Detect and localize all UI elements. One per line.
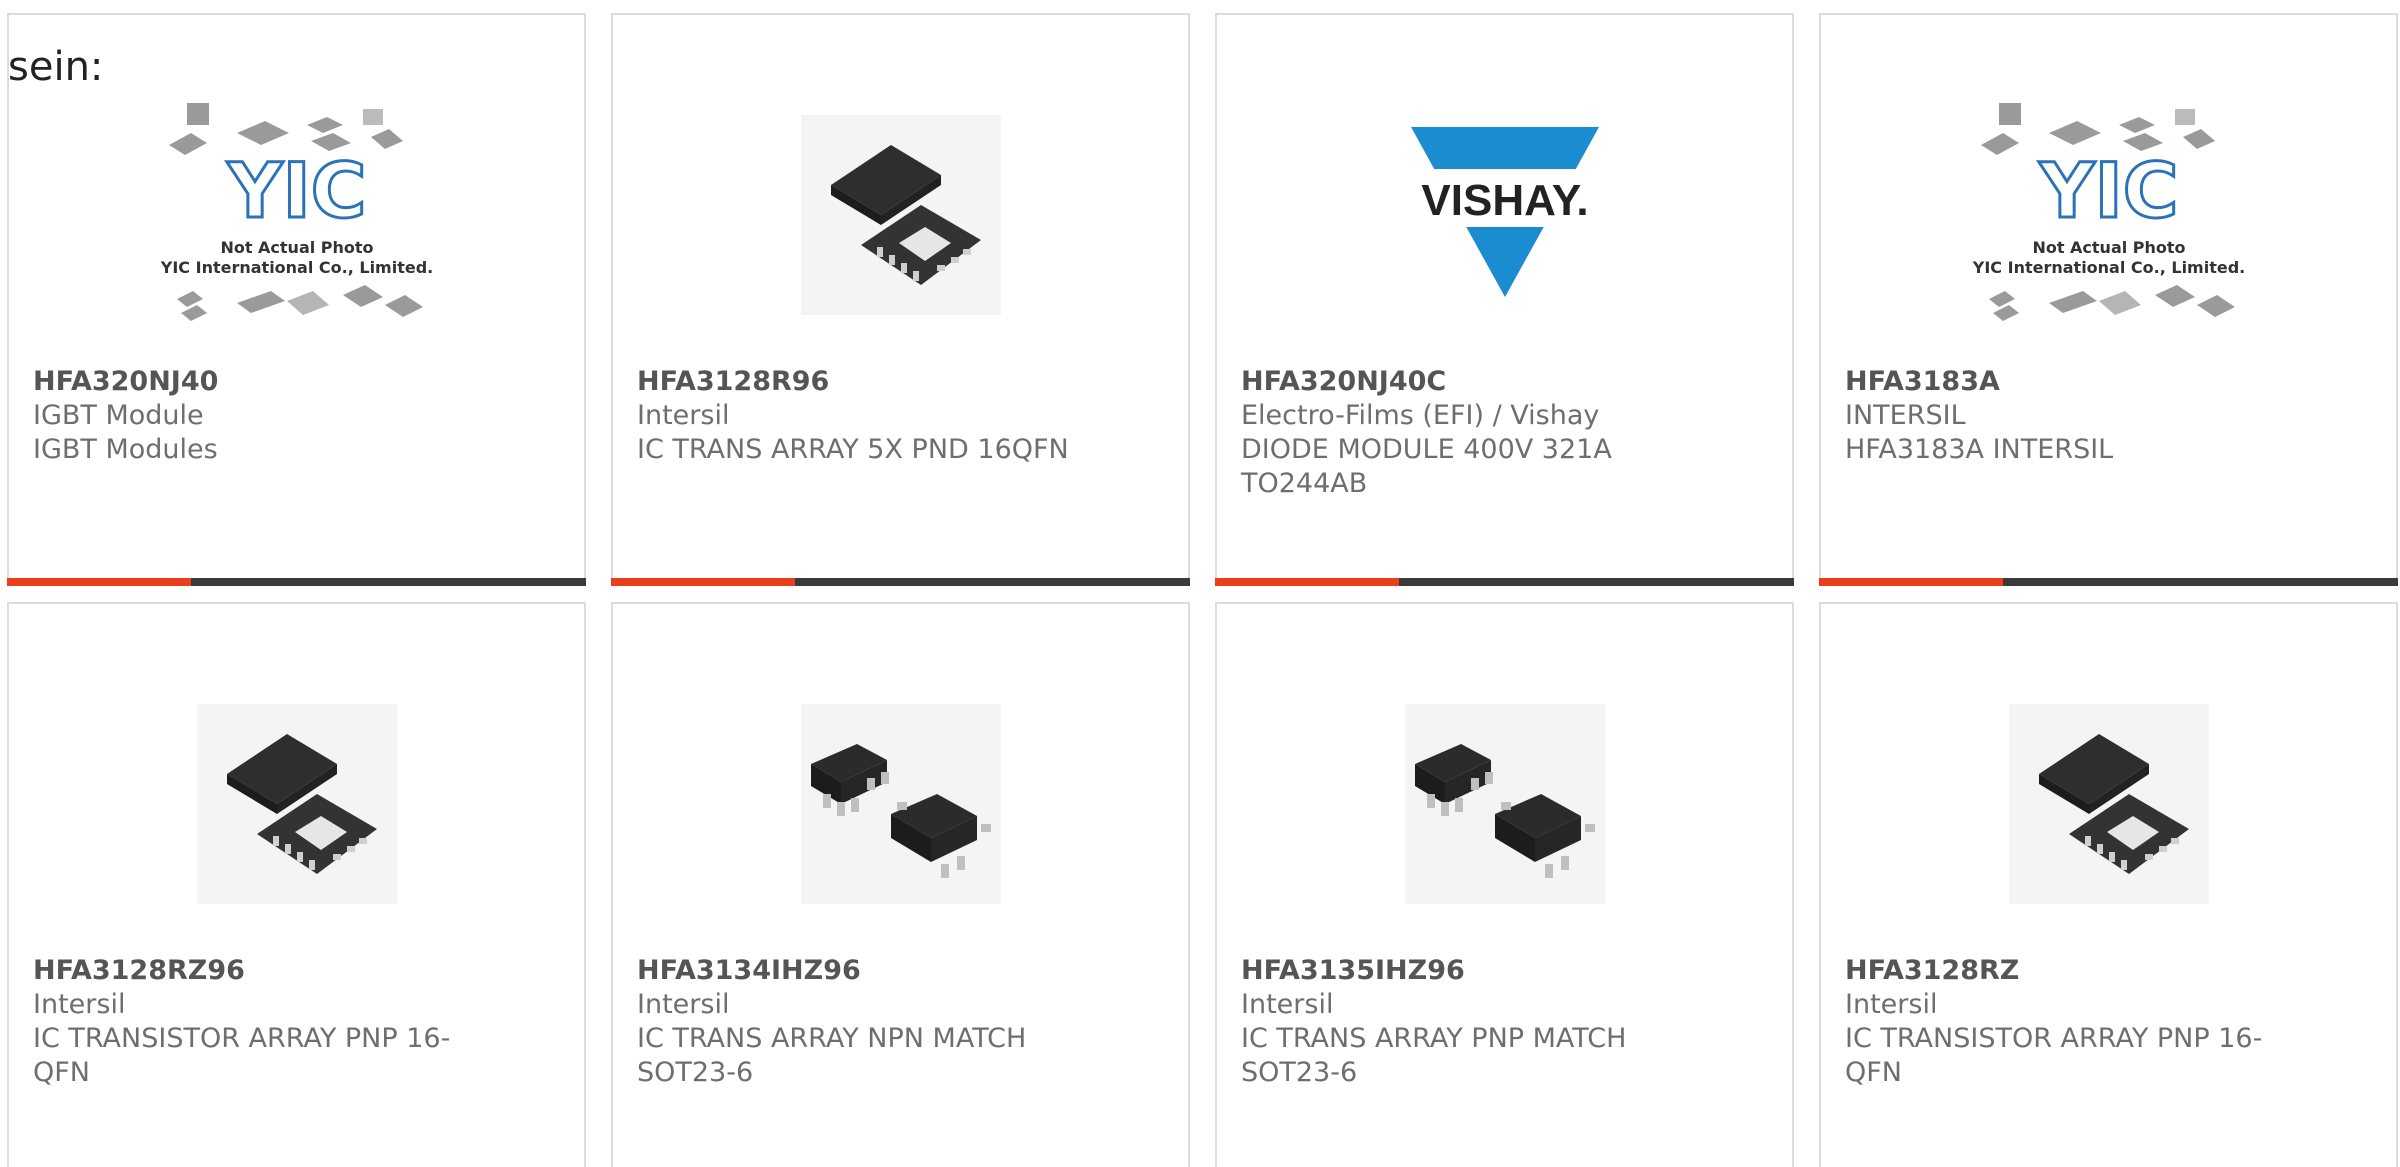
- product-card[interactable]: HFA3135IHZ96 Intersil IC TRANS ARRAY PNP…: [1215, 602, 1794, 1167]
- part-number[interactable]: HFA3135IHZ96: [1241, 954, 1681, 988]
- qfn-chip-icon: [2008, 704, 2209, 904]
- product-card[interactable]: VISHAY. HFA320NJ40C Electro-Films (EFI) …: [1215, 13, 1794, 586]
- product-card[interactable]: HFA3128RZ Intersil IC TRANSISTOR ARRAY P…: [1819, 602, 2398, 1167]
- placeholder-logo: YIC: [2038, 146, 2178, 235]
- part-number[interactable]: HFA320NJ40: [33, 365, 473, 399]
- intro-text: sein:: [8, 44, 104, 90]
- part-number[interactable]: HFA3134IHZ96: [637, 954, 1077, 988]
- part-number[interactable]: HFA3128RZ: [1845, 954, 2285, 988]
- card-bottom-bar: [7, 578, 586, 586]
- manufacturer: Intersil: [33, 989, 126, 1020]
- yic-placeholder-icon: YIC Not Actual Photo YIC International C…: [159, 103, 433, 321]
- product-info: HFA320NJ40C Electro-Films (EFI) / Vishay…: [1241, 365, 1681, 501]
- description: IC TRANSISTOR ARRAY PNP 16-QFN: [33, 1023, 451, 1088]
- svg-text:Not Actual Photo: Not Actual Photo: [220, 238, 373, 257]
- svg-text:Not Actual Photo: Not Actual Photo: [2032, 238, 2185, 257]
- product-image[interactable]: [9, 684, 584, 924]
- description: IGBT Modules: [33, 434, 218, 465]
- description: IC TRANS ARRAY 5X PND 16QFN: [637, 434, 1069, 465]
- svg-text:YIC International Co., Limited: YIC International Co., Limited.: [159, 258, 432, 277]
- yic-placeholder-icon: YIC Not Actual Photo YIC International C…: [1971, 103, 2245, 321]
- manufacturer: INTERSIL: [1845, 400, 1966, 431]
- product-image[interactable]: VISHAY.: [1217, 95, 1792, 335]
- product-info: HFA3128R96 Intersil IC TRANS ARRAY 5X PN…: [637, 365, 1077, 467]
- product-info: HFA3183A INTERSIL HFA3183A INTERSIL: [1845, 365, 2285, 467]
- card-bottom-bar: [611, 578, 1190, 586]
- svg-text:VISHAY.: VISHAY.: [1421, 176, 1588, 225]
- product-grid-page: sein: YIC Not Actual Photo YIC Internati…: [0, 0, 2400, 1167]
- product-info: HFA3135IHZ96 Intersil IC TRANS ARRAY PNP…: [1241, 954, 1681, 1090]
- product-card[interactable]: HFA3128RZ96 Intersil IC TRANSISTOR ARRAY…: [7, 602, 586, 1167]
- manufacturer: Electro-Films (EFI) / Vishay: [1241, 400, 1600, 431]
- sot23-chip-icon: [1404, 704, 1605, 904]
- product-image[interactable]: [613, 684, 1188, 924]
- card-bottom-bar: [1215, 578, 1794, 586]
- manufacturer: IGBT Module: [33, 400, 204, 431]
- product-card[interactable]: HFA3134IHZ96 Intersil IC TRANS ARRAY NPN…: [611, 602, 1190, 1167]
- card-bottom-bar: [1819, 578, 2398, 586]
- part-number[interactable]: HFA3128RZ96: [33, 954, 473, 988]
- product-info: HFA320NJ40 IGBT Module IGBT Modules: [33, 365, 473, 467]
- vishay-logo: VISHAY.: [1404, 127, 1605, 297]
- product-info: HFA3128RZ Intersil IC TRANSISTOR ARRAY P…: [1845, 954, 2285, 1090]
- svg-text:YIC International Co., Limited: YIC International Co., Limited.: [1971, 258, 2244, 277]
- product-image[interactable]: YIC Not Actual Photo YIC International C…: [9, 95, 584, 335]
- product-card[interactable]: HFA3128R96 Intersil IC TRANS ARRAY 5X PN…: [611, 13, 1190, 586]
- description: IC TRANS ARRAY PNP MATCH SOT23-6: [1241, 1023, 1627, 1088]
- description: IC TRANS ARRAY NPN MATCH SOT23-6: [637, 1023, 1027, 1088]
- part-number[interactable]: HFA3183A: [1845, 365, 2285, 399]
- description: DIODE MODULE 400V 321A TO244AB: [1241, 434, 1612, 499]
- description: IC TRANSISTOR ARRAY PNP 16-QFN: [1845, 1023, 2263, 1088]
- product-info: HFA3128RZ96 Intersil IC TRANSISTOR ARRAY…: [33, 954, 473, 1090]
- manufacturer: Intersil: [637, 400, 730, 431]
- product-info: HFA3134IHZ96 Intersil IC TRANS ARRAY NPN…: [637, 954, 1077, 1090]
- product-image[interactable]: [613, 95, 1188, 335]
- part-number[interactable]: HFA3128R96: [637, 365, 1077, 399]
- description: HFA3183A INTERSIL: [1845, 434, 2114, 465]
- product-card[interactable]: YIC Not Actual Photo YIC International C…: [7, 13, 586, 586]
- product-image[interactable]: [1217, 684, 1792, 924]
- manufacturer: Intersil: [637, 989, 730, 1020]
- qfn-chip-icon: [800, 115, 1001, 315]
- product-card[interactable]: YIC Not Actual Photo YIC International C…: [1819, 13, 2398, 586]
- part-number[interactable]: HFA320NJ40C: [1241, 365, 1681, 399]
- product-image[interactable]: YIC Not Actual Photo YIC International C…: [1821, 95, 2396, 335]
- product-image[interactable]: [1821, 684, 2396, 924]
- qfn-chip-icon: [196, 704, 397, 904]
- manufacturer: Intersil: [1241, 989, 1334, 1020]
- placeholder-logo: YIC: [226, 146, 366, 235]
- sot23-chip-icon: [800, 704, 1001, 904]
- manufacturer: Intersil: [1845, 989, 1938, 1020]
